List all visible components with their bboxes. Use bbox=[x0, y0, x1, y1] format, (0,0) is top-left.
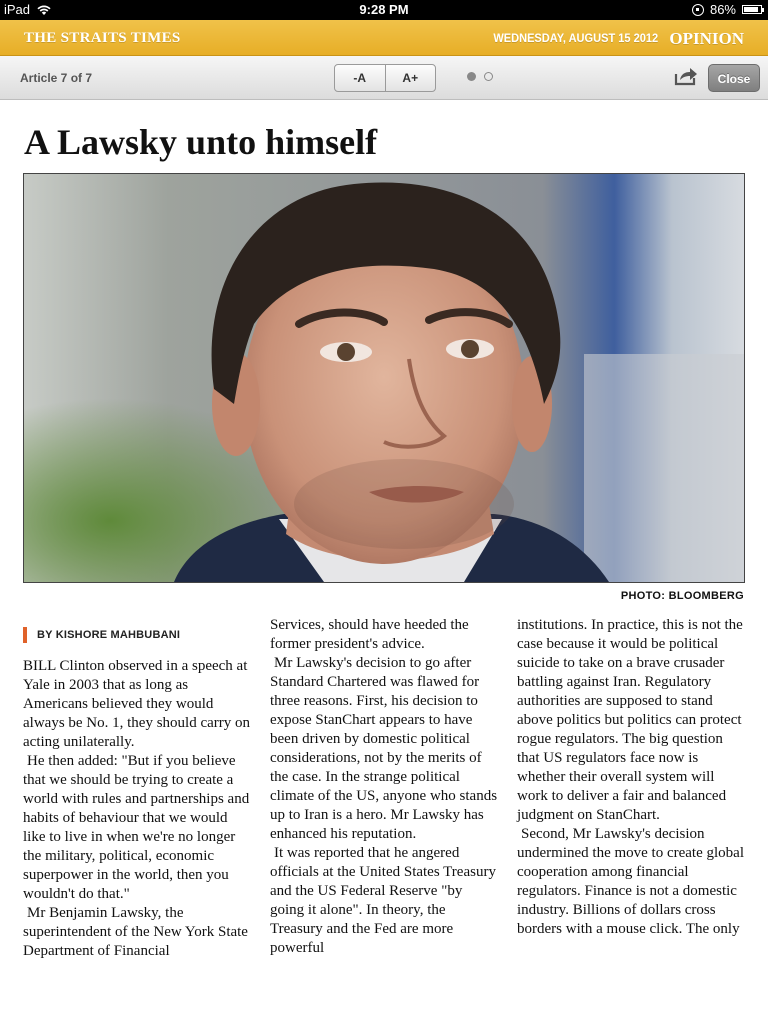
paragraph: Second, Mr Lawsky's decision undermined … bbox=[517, 826, 744, 937]
paragraph: institutions. In practice, this is not t… bbox=[517, 617, 743, 823]
decrease-font-button[interactable]: -A bbox=[335, 65, 385, 91]
section-name: OPINION bbox=[669, 29, 744, 48]
issue-date: WEDNESDAY, AUGUST 15 2012 bbox=[493, 31, 658, 45]
close-button[interactable]: Close bbox=[708, 64, 760, 92]
paragraph: Mr Lawsky's decision to go after Standar… bbox=[270, 655, 498, 842]
share-icon[interactable] bbox=[674, 66, 698, 86]
battery-percent: 86% bbox=[709, 2, 736, 17]
battery-icon bbox=[742, 5, 764, 14]
byline: BY KISHORE MAHBUBANI bbox=[23, 627, 251, 643]
increase-font-button[interactable]: A+ bbox=[384, 65, 436, 91]
article-toolbar: Article 7 of 7 -A A+ Close bbox=[0, 56, 768, 100]
paragraph: Services, should have heeded the former … bbox=[270, 617, 469, 652]
font-size-control: -A A+ bbox=[334, 64, 436, 92]
masthead: THE STRAITS TIMES WEDNESDAY, AUGUST 15 2… bbox=[0, 20, 768, 56]
page-dot[interactable] bbox=[484, 72, 493, 81]
article-headline: A Lawsky unto himself bbox=[24, 122, 378, 162]
photo-credit: PHOTO: BLOOMBERG bbox=[620, 590, 744, 602]
paragraph: Mr Benjamin Lawsky, the superintendent o… bbox=[23, 905, 248, 959]
article-column: BY KISHORE MAHBUBANI BILL Clinton observ… bbox=[23, 616, 251, 961]
paper-name: THE STRAITS TIMES bbox=[24, 30, 181, 46]
article-counter: Article 7 of 7 bbox=[20, 71, 93, 85]
status-bar: iPad 9:28 PM 86% bbox=[0, 0, 768, 20]
paragraph: He then added: "But if you believe that … bbox=[23, 753, 250, 902]
article-column: Services, should have heeded the former … bbox=[270, 616, 498, 958]
page-indicator[interactable] bbox=[467, 72, 493, 81]
page-dot[interactable] bbox=[467, 72, 476, 81]
status-time: 9:28 PM bbox=[359, 2, 409, 17]
paragraph: It was reported that he angered official… bbox=[270, 845, 496, 956]
article-photo bbox=[23, 173, 745, 583]
paragraph: BILL Clinton observed in a speech at Yal… bbox=[23, 658, 251, 750]
article-column: institutions. In practice, this is not t… bbox=[517, 616, 745, 939]
rotation-lock-icon bbox=[691, 3, 704, 16]
article-body: BY KISHORE MAHBUBANI BILL Clinton observ… bbox=[23, 616, 745, 1006]
